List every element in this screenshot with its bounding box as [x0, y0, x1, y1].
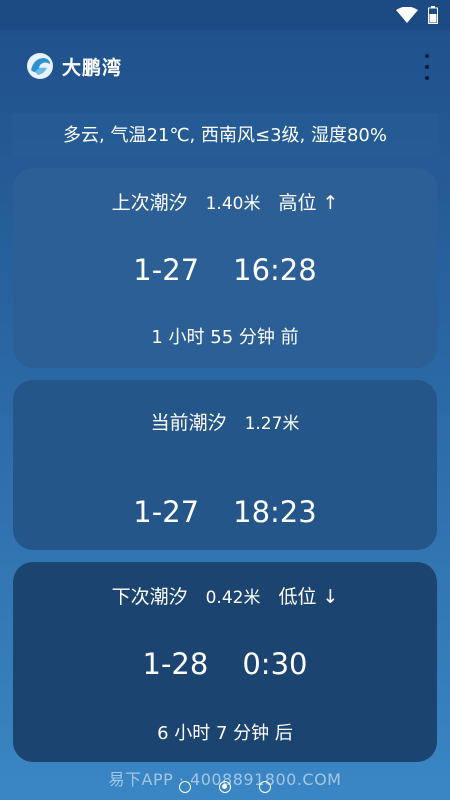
previous-tide-card[interactable]: 上次潮汐 1.40米 高位 ↑ 1-27 16:28 1 小时 55 分钟 前: [13, 168, 437, 368]
next-tide-height: 0.42米: [205, 588, 261, 608]
previous-tide-datetime: 1-27 16:28: [133, 253, 316, 287]
previous-tide-header: 上次潮汐 1.40米 高位 ↑: [112, 188, 339, 215]
current-tide-date: 1-27: [133, 495, 200, 529]
current-tide-height: 1.27米: [244, 414, 300, 434]
weather-text: 多云, 气温21℃, 西南风≤3级, 湿度80%: [63, 125, 387, 146]
current-tide-time: 18:23: [233, 495, 317, 529]
previous-tide-height: 1.40米: [205, 194, 261, 214]
wave-logo-icon: [27, 53, 53, 79]
app-title: 大鹏湾: [62, 56, 123, 79]
wifi-icon: [396, 7, 418, 23]
next-tide-time: 0:30: [242, 647, 308, 681]
next-tide-level: 低位 ↓: [278, 586, 339, 608]
status-bar: [0, 0, 450, 30]
app-bar: 大鹏湾: [0, 30, 450, 102]
next-tide-card[interactable]: 下次潮汐 0.42米 低位 ↓ 1-28 0:30 6 小时 7 分钟 后: [13, 562, 437, 762]
next-tide-datetime: 1-28 0:30: [143, 647, 308, 681]
page-dot-1[interactable]: [179, 781, 191, 793]
next-tide-header: 下次潮汐 0.42米 低位 ↓: [112, 582, 339, 609]
next-tide-label: 下次潮汐: [111, 586, 188, 608]
weather-summary: 多云, 气温21℃, 西南风≤3级, 湿度80%: [12, 113, 438, 155]
status-icons: [396, 6, 438, 24]
menu-dot-icon: [425, 65, 429, 69]
current-tide-header: 当前潮汐 1.27米: [151, 408, 300, 435]
current-tide-label: 当前潮汐: [150, 412, 227, 434]
current-tide-datetime: 1-27 18:23: [133, 495, 316, 529]
menu-dot-icon: [425, 54, 429, 58]
previous-tide-date: 1-27: [133, 253, 200, 287]
previous-tide-label: 上次潮汐: [111, 192, 188, 214]
current-tide-card[interactable]: 当前潮汐 1.27米 1-27 18:23: [13, 380, 437, 550]
battery-icon: [428, 6, 438, 24]
page-indicator: [0, 781, 450, 793]
page-dot-3[interactable]: [259, 781, 271, 793]
overflow-menu-button[interactable]: [422, 52, 432, 82]
previous-tide-time: 16:28: [233, 253, 317, 287]
previous-tide-relative: 1 小时 55 分钟 前: [151, 327, 299, 348]
next-tide-relative: 6 小时 7 分钟 后: [157, 723, 293, 744]
page-dot-2[interactable]: [219, 781, 231, 793]
menu-dot-icon: [425, 76, 429, 80]
next-tide-date: 1-28: [142, 647, 209, 681]
previous-tide-level: 高位 ↑: [278, 192, 339, 214]
